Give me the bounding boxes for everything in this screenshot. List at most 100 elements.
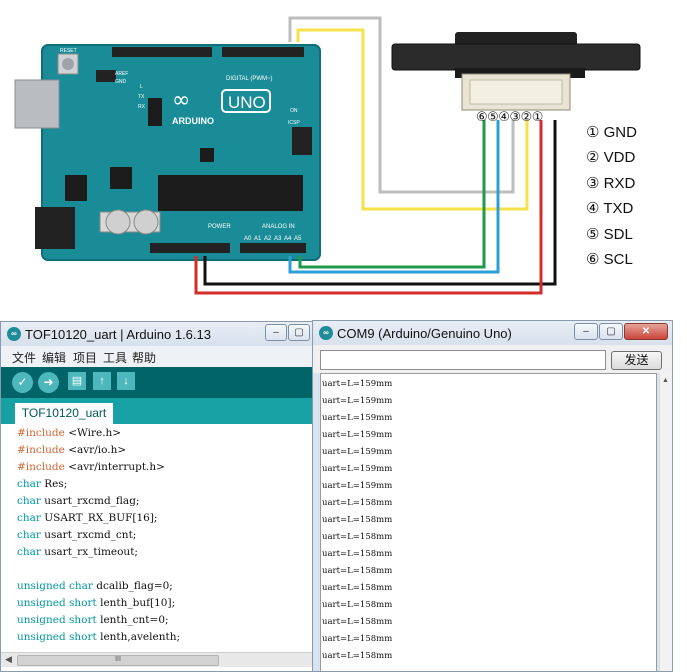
ide-window-title: TOF10120_uart | Arduino 1.6.13 (25, 327, 211, 342)
wiring-diagram: ∞ UNO ARDUINO DIGITAL (PWM~) POWER ANALO… (0, 0, 687, 300)
legend-txd: ④ TXD (586, 200, 634, 218)
pin-legend: ① GND ② VDD ③ RXD ④ TXD ⑤ SDL ⑥ SCL (586, 120, 637, 272)
serial-output-line: uart=L=158mm (322, 634, 393, 644)
legend-gnd: ① GND (586, 124, 637, 141)
pin-a5-label: A5 (294, 236, 302, 242)
code-type: unsigned short (17, 597, 97, 609)
serial-send-input[interactable] (320, 350, 606, 370)
wire-sdl (288, 120, 500, 274)
tab-tof10120-uart[interactable]: TOF10120_uart (15, 403, 113, 424)
ide-titlebar[interactable]: ∞ TOF10120_uart | Arduino 1.6.13 ‒ ▢ (1, 322, 313, 346)
code-type: unsigned short (17, 614, 97, 626)
code-text: Res; (40, 478, 68, 490)
l-label: L (140, 84, 143, 90)
pin-a1-label: A1 (254, 236, 262, 242)
scroll-left-icon[interactable]: ◀ (5, 654, 12, 665)
serial-window-title: COM9 (Arduino/Genuino Uno) (337, 326, 512, 341)
ide-maximize-button[interactable]: ▢ (288, 324, 310, 341)
legend-rxd: ③ RXD (586, 174, 636, 192)
code-line: unsigned char dcalib_flag=0; (17, 580, 173, 592)
serial-output-line: uart=L=158mm (322, 515, 393, 525)
code-text: lenth_buf[10]; (96, 597, 176, 609)
save-icon[interactable]: ↓ (117, 372, 135, 390)
code-keyword: #include (17, 427, 65, 439)
scroll-up-icon[interactable]: ▲ (662, 377, 669, 384)
verify-icon[interactable]: ✓ (12, 372, 33, 393)
ide-horizontal-scrollbar[interactable]: ◀ III (1, 652, 313, 667)
arduino-infinity-logo: ∞ (172, 88, 190, 113)
code-text: dcalib_flag=0; (92, 580, 173, 592)
wiring-svg: ∞ UNO ARDUINO DIGITAL (PWM~) POWER ANALO… (14, 16, 641, 295)
analog-label: ANALOG IN (262, 224, 295, 230)
serial-titlebar[interactable]: ∞ COM9 (Arduino/Genuino Uno) ‒ ▢ ✕ (313, 321, 672, 345)
serial-output-line: uart=L=159mm (322, 464, 393, 474)
code-line: #include <avr/io.h> (17, 444, 126, 456)
serial-maximize-button[interactable]: ▢ (599, 323, 623, 340)
on-label: ON (290, 108, 298, 114)
send-button[interactable]: 发送 (611, 351, 662, 370)
tx-label: TX (138, 94, 145, 100)
code-line: char usart_rxcmd_cnt; (17, 529, 136, 541)
aref-label: AREF (115, 71, 128, 77)
upload-icon[interactable]: ➜ (38, 372, 59, 393)
serial-output-line: uart=L=158mm (322, 651, 393, 661)
pin-a4-label: A4 (284, 236, 292, 242)
arduino-uno-board: ∞ UNO ARDUINO DIGITAL (PWM~) POWER ANALO… (14, 44, 321, 261)
serial-output-line: uart=L=158mm (322, 549, 393, 559)
serial-output-line: uart=L=159mm (322, 430, 393, 440)
menu-sketch[interactable]: 项目 (73, 349, 97, 366)
arduino-app-icon: ∞ (7, 327, 21, 341)
code-text: USART_RX_BUF[16]; (40, 512, 158, 524)
code-text: <avr/io.h> (64, 444, 127, 456)
digital-label: DIGITAL (PWM~) (226, 76, 273, 82)
menu-tools[interactable]: 工具 (103, 349, 127, 366)
gnd-label: GND (115, 79, 127, 85)
serial-output-line: uart=L=158mm (322, 498, 393, 508)
code-line: unsigned short lenth_buf[10]; (17, 597, 175, 609)
power-label: POWER (208, 224, 231, 230)
open-icon[interactable]: ↑ (93, 372, 111, 390)
code-text: lenth_cnt=0; (96, 614, 169, 626)
arduino-app-icon: ∞ (319, 326, 333, 340)
code-line: unsigned short lenth_cnt=0; (17, 614, 169, 626)
ide-minimize-button[interactable]: ‒ (265, 324, 287, 341)
legend-scl: ⑥ SCL (586, 251, 633, 269)
serial-close-button[interactable]: ✕ (624, 323, 668, 340)
serial-output-line: uart=L=159mm (322, 396, 393, 406)
serial-output-line: uart=L=159mm (322, 481, 393, 491)
arduino-ide-window: ∞ TOF10120_uart | Arduino 1.6.13 ‒ ▢ 文件 … (0, 321, 314, 672)
serial-vertical-scrollbar[interactable]: ▲ (659, 373, 672, 671)
serial-output-line: uart=L=158mm (322, 532, 393, 542)
menu-help[interactable]: 帮助 (132, 349, 156, 366)
serial-output-line: uart=L=159mm (322, 413, 393, 423)
code-text: usart_rxcmd_flag; (40, 495, 140, 507)
serial-minimize-button[interactable]: ‒ (574, 323, 598, 340)
menu-edit[interactable]: 编辑 (42, 349, 66, 366)
send-row: 发送 (313, 345, 672, 373)
code-type: unsigned short (17, 631, 97, 643)
reset-label: RESET (60, 48, 77, 54)
serial-output[interactable]: uart=L=159mm uart=L=159mm uart=L=159mm uart… (320, 373, 657, 671)
new-icon[interactable]: ▤ (68, 372, 86, 390)
code-line: char usart_rx_timeout; (17, 546, 138, 558)
legend-vdd: ② VDD (586, 149, 636, 167)
scroll-thumb[interactable]: III (17, 655, 219, 666)
code-type: char (17, 512, 41, 524)
ide-tabbar: TOF10120_uart (1, 398, 313, 424)
legend-sdl: ⑤ SDL (586, 225, 633, 243)
code-type: unsigned char (17, 580, 93, 592)
code-text: usart_rxcmd_cnt; (40, 529, 137, 541)
code-text: <avr/interrupt.h> (64, 461, 165, 473)
tof10120-sensor (391, 32, 641, 111)
code-editor[interactable]: #include <Wire.h> #include <avr/io.h> #inc… (1, 424, 313, 652)
serial-output-line: uart=L=159mm (322, 447, 393, 457)
ide-toolbar: ✓ ➜ ▤ ↑ ↓ (1, 367, 313, 398)
rx-label: RX (138, 104, 146, 110)
code-text: usart_rx_timeout; (40, 546, 138, 558)
code-line: char USART_RX_BUF[16]; (17, 512, 157, 524)
serial-output-line: uart=L=158mm (322, 583, 393, 593)
board-logo: UNO (228, 93, 266, 112)
menu-file[interactable]: 文件 (12, 349, 36, 366)
code-type: char (17, 529, 41, 541)
pin-a2-label: A2 (264, 236, 272, 242)
